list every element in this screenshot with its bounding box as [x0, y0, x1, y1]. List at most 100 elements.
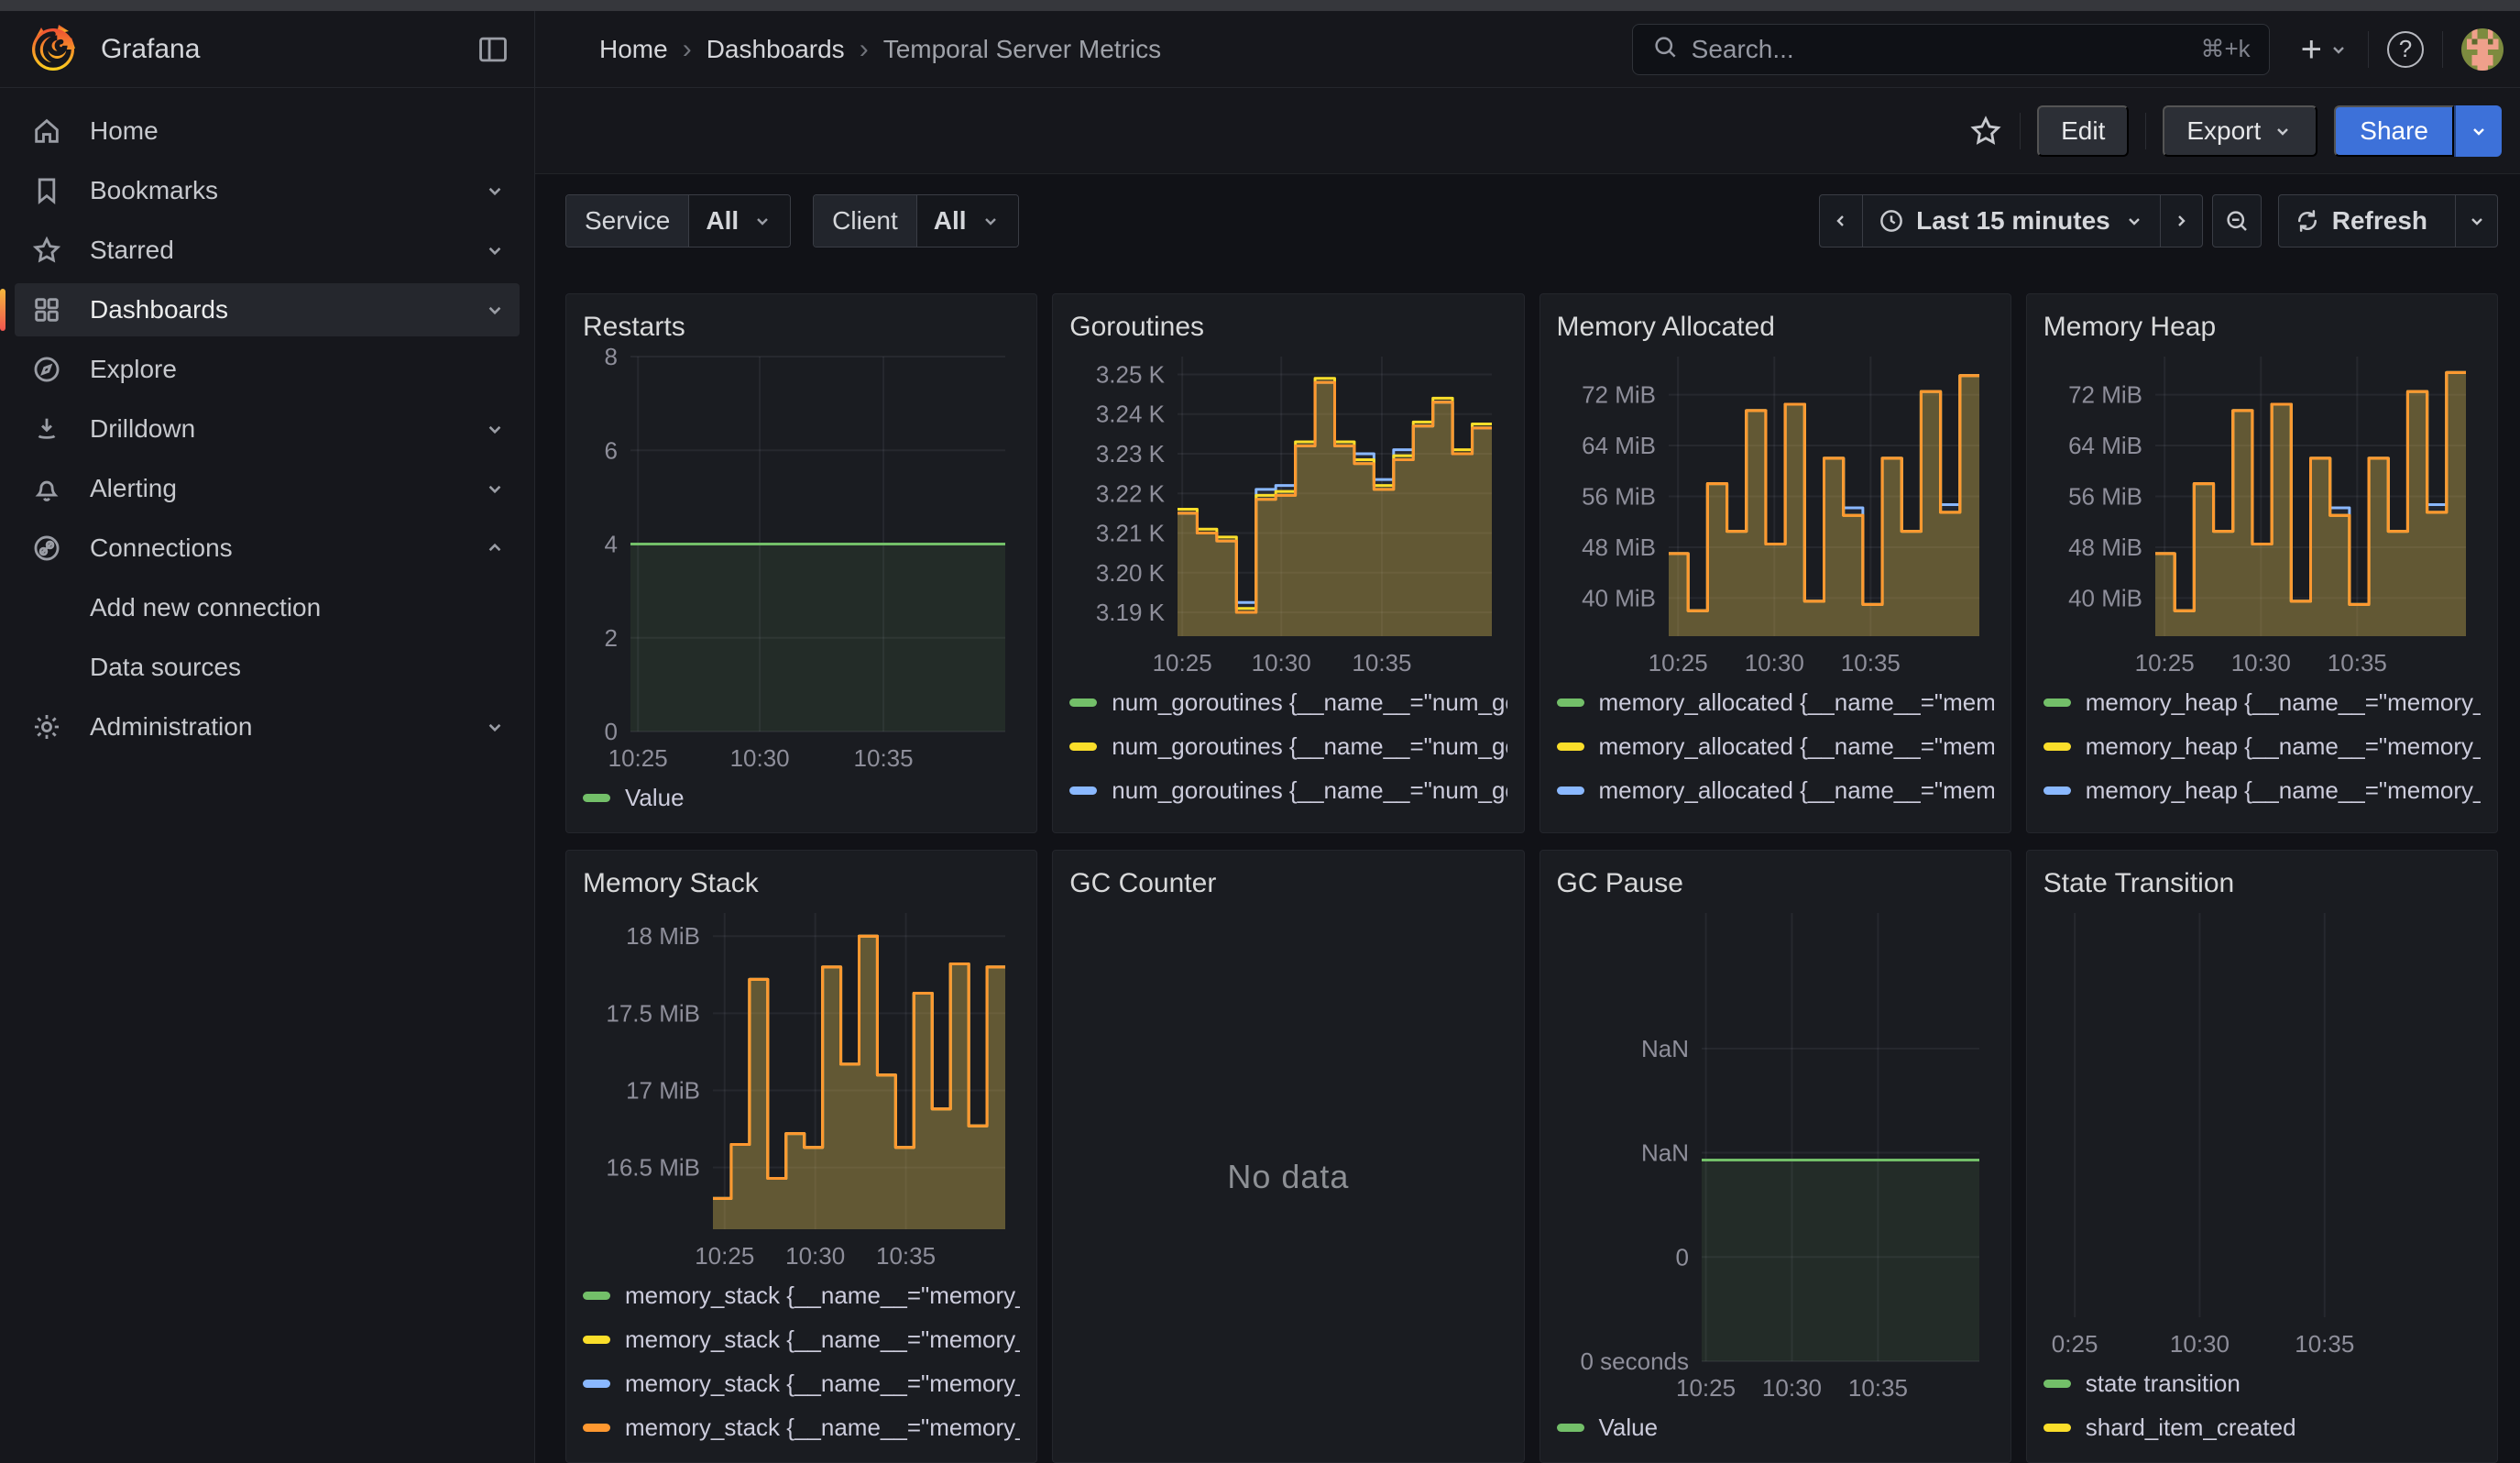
time-range-picker[interactable]: Last 15 minutes — [1862, 195, 2160, 247]
chevron-down-icon — [2123, 210, 2145, 232]
zoom-out-icon — [2223, 207, 2251, 235]
top-header: Grafana Home › Dashboards › Temporal Ser… — [0, 11, 2520, 88]
legend-item[interactable]: memory_heap {__name__="memory_h — [2043, 680, 2481, 724]
legend-series-label: memory_heap {__name__="memory_h — [2086, 732, 2481, 761]
legend-item[interactable]: num_goroutines {__name__="num_go — [1069, 680, 1507, 724]
chevron-down-icon[interactable] — [483, 238, 507, 262]
legend-item[interactable]: num_goroutines {__name__="num_go — [1069, 812, 1507, 820]
client-filter-value[interactable]: All — [916, 195, 1018, 247]
svg-text:10:25: 10:25 — [608, 744, 668, 772]
legend-item[interactable]: memory_stack {__name__="memory_s — [583, 1317, 1020, 1361]
client-filter[interactable]: Client All — [813, 194, 1018, 248]
breadcrumb-home[interactable]: Home — [599, 35, 668, 64]
svg-text:17.5 MiB: 17.5 MiB — [606, 999, 700, 1027]
chevron-down-icon[interactable] — [483, 298, 507, 322]
legend-item[interactable]: memory_heap {__name__="memory_h — [2043, 768, 2481, 812]
sidebar-item-starred[interactable]: Starred — [15, 224, 520, 277]
time-forward-button[interactable] — [2160, 195, 2202, 247]
share-button[interactable]: Share — [2334, 105, 2454, 157]
sidebar-item-drilldown[interactable]: Drilldown — [15, 402, 520, 456]
service-filter[interactable]: Service All — [565, 194, 791, 248]
panel-title[interactable]: Restarts — [583, 307, 1020, 347]
legend-item[interactable]: memory_stack {__name__="memory_s — [583, 1405, 1020, 1449]
legend-item[interactable]: memory_allocated {__name__="memc — [1557, 724, 1994, 768]
svg-text:0: 0 — [1675, 1243, 1688, 1270]
legend-item[interactable]: memory_stack {__name__="memory_s — [583, 1361, 1020, 1405]
sidebar-item-dashboards[interactable]: Dashboards — [15, 283, 520, 336]
divider — [2145, 113, 2146, 149]
sidebar-item-administration[interactable]: Administration — [15, 700, 520, 754]
panel-title[interactable]: State Transition — [2043, 864, 2481, 904]
legend-item[interactable]: num_goroutines {__name__="num_go — [1069, 768, 1507, 812]
svg-text:0 seconds: 0 seconds — [1580, 1348, 1689, 1375]
chevron-down-icon[interactable] — [483, 179, 507, 203]
legend-series-marker — [2043, 786, 2071, 795]
panel-restarts[interactable]: Restarts 0246810:2510:3010:35 Value — [565, 293, 1037, 833]
legend-item[interactable]: memory_allocated {__name__="memc — [1557, 768, 1994, 812]
refresh-button[interactable]: Refresh — [2279, 195, 2455, 247]
legend-series-label: num_goroutines {__name__="num_go — [1112, 732, 1507, 761]
svg-text:72 MiB: 72 MiB — [1582, 381, 1656, 409]
connections-icon — [31, 533, 64, 564]
legend-item[interactable]: memory_allocated {__name__="memc — [1557, 680, 1994, 724]
zoom-out-button[interactable] — [2212, 194, 2262, 248]
time-series-chart: 40 MiB48 MiB56 MiB64 MiB72 MiB10:2510:30… — [2043, 347, 2481, 680]
sidebar-item-data-sources[interactable]: Data sources — [15, 641, 520, 694]
sidebar-item-alerting[interactable]: Alerting — [15, 462, 520, 515]
svg-text:10:35: 10:35 — [1847, 1374, 1907, 1402]
sidebar-item-explore[interactable]: Explore — [15, 343, 520, 396]
panel-state-transition[interactable]: State Transition 0:2510:3010:35 state tr… — [2026, 850, 2498, 1463]
export-button[interactable]: Export — [2163, 105, 2317, 157]
legend-item[interactable]: shard_item_created — [2043, 1405, 2481, 1449]
bell-icon — [31, 473, 64, 504]
panel-title[interactable]: Memory Heap — [2043, 307, 2481, 347]
chevron-up-icon[interactable] — [483, 536, 507, 560]
sidebar-item-add-new-connection[interactable]: Add new connection — [15, 581, 520, 634]
grafana-logo[interactable] — [27, 21, 79, 77]
chevron-down-icon[interactable] — [483, 477, 507, 500]
legend-series-marker — [2043, 1424, 2071, 1432]
svg-text:NaN: NaN — [1640, 1139, 1688, 1167]
chevron-down-icon[interactable] — [483, 417, 507, 441]
panel-title[interactable]: Memory Stack — [583, 864, 1020, 904]
breadcrumb-dashboards[interactable]: Dashboards — [707, 35, 845, 64]
time-back-button[interactable] — [1820, 195, 1862, 247]
avatar[interactable] — [2461, 28, 2504, 71]
sidebar-item-bookmarks[interactable]: Bookmarks — [15, 164, 520, 217]
service-filter-value[interactable]: All — [688, 195, 790, 247]
legend-series-marker — [1557, 786, 1584, 795]
sidebar-item-connections[interactable]: Connections — [15, 522, 520, 575]
edit-button[interactable]: Edit — [2037, 105, 2129, 157]
search-input[interactable]: Search... ⌘+k — [1632, 24, 2270, 75]
panel-memory-stack[interactable]: Memory Stack 16.5 MiB17 MiB17.5 MiB18 Mi… — [565, 850, 1037, 1463]
time-range-label: Last 15 minutes — [1916, 206, 2110, 236]
panel-goroutines[interactable]: Goroutines 3.19 K3.20 K3.21 K3.22 K3.23 … — [1052, 293, 1524, 833]
share-dropdown-button[interactable] — [2454, 105, 2502, 157]
panel-title[interactable]: Goroutines — [1069, 307, 1507, 347]
new-button[interactable]: + — [2301, 31, 2350, 68]
panel-memory-allocated[interactable]: Memory Allocated 40 MiB48 MiB56 MiB64 Mi… — [1539, 293, 2011, 833]
legend-item[interactable]: Value — [583, 776, 1020, 820]
panel-gc-pause[interactable]: GC Pause 0 seconds0NaNNaN10:2510:3010:35… — [1539, 850, 2011, 1463]
dock-sidebar-icon[interactable] — [476, 32, 510, 67]
legend-item[interactable]: Value — [1557, 1405, 1994, 1449]
panel-title[interactable]: GC Counter — [1069, 864, 1507, 904]
sidebar-item-home[interactable]: Home — [15, 104, 520, 158]
legend-item[interactable]: state transition — [2043, 1361, 2481, 1405]
chevron-down-icon[interactable] — [483, 715, 507, 739]
panel-gc-counter[interactable]: GC Counter No data — [1052, 850, 1524, 1463]
legend-item[interactable]: memory_heap {__name__="memory_h — [2043, 724, 2481, 768]
star-dashboard-button[interactable] — [1968, 114, 2003, 148]
legend-item[interactable]: memory_allocated {__name__="memc — [1557, 812, 1994, 820]
legend-item[interactable]: memory_stack {__name__="memory_s — [583, 1273, 1020, 1317]
panel-title[interactable]: Memory Allocated — [1557, 307, 1994, 347]
help-button[interactable]: ? — [2387, 31, 2424, 68]
panel-memory-heap[interactable]: Memory Heap 40 MiB48 MiB56 MiB64 MiB72 M… — [2026, 293, 2498, 833]
breadcrumb-separator: › — [683, 34, 692, 65]
legend-item[interactable]: memory_heap {__name__="memory_h — [2043, 812, 2481, 820]
legend-item[interactable]: num_goroutines {__name__="num_go — [1069, 724, 1507, 768]
client-filter-label: Client — [814, 195, 916, 247]
svg-text:40 MiB: 40 MiB — [2068, 584, 2142, 611]
refresh-interval-dropdown[interactable] — [2455, 195, 2497, 247]
panel-title[interactable]: GC Pause — [1557, 864, 1994, 904]
